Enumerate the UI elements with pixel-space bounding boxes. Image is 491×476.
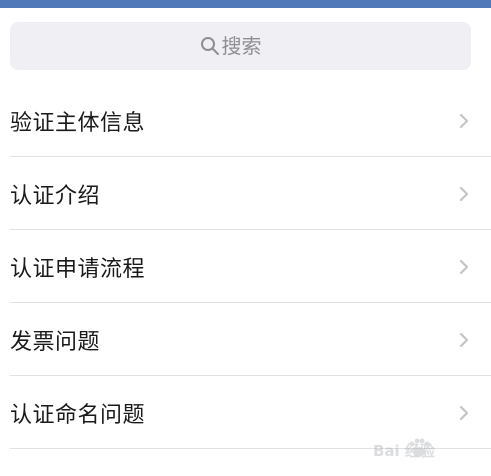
chevron-right-icon	[459, 332, 469, 347]
chevron-right-icon	[459, 405, 469, 420]
list-item-label: 验证主体信息	[10, 110, 146, 136]
top-bar	[0, 0, 491, 8]
help-page: 验证主体信息 认证介绍 认证申请流程 发票问题 认证命名问题	[0, 0, 491, 476]
list-item-certification-process[interactable]: 认证申请流程	[0, 230, 491, 303]
list-item-invoice-questions[interactable]: 发票问题	[0, 303, 491, 376]
search-input[interactable]	[221, 34, 282, 58]
search-bar[interactable]	[10, 22, 471, 70]
baidu-jingyan-watermark: Bai 经验	[373, 438, 436, 460]
list-item-verify-subject-info[interactable]: 验证主体信息	[0, 84, 491, 157]
help-topic-list: 验证主体信息 认证介绍 认证申请流程 发票问题 认证命名问题	[0, 84, 491, 449]
list-item-label: 认证介绍	[10, 183, 101, 209]
search-icon	[200, 36, 220, 56]
list-item-label: 认证申请流程	[10, 256, 146, 282]
chevron-right-icon	[459, 259, 469, 274]
list-item-label: 发票问题	[10, 329, 101, 355]
chevron-right-icon	[459, 113, 469, 128]
watermark-text: Bai 经验	[373, 442, 436, 460]
chevron-right-icon	[459, 186, 469, 201]
list-item-label: 认证命名问题	[10, 402, 146, 428]
list-item-certification-intro[interactable]: 认证介绍	[0, 157, 491, 230]
